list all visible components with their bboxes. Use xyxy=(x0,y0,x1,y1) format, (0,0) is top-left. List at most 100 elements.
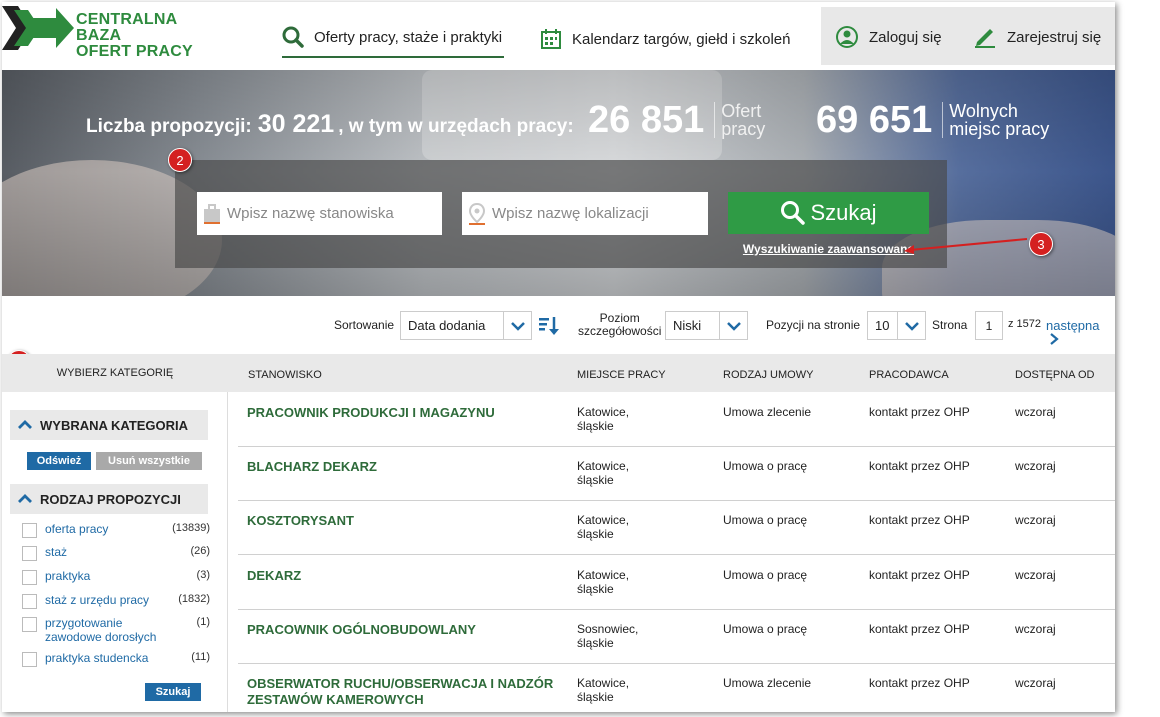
location-input[interactable]: Wpisz nazwę lokalizacji xyxy=(462,192,708,235)
sort-value: Data dodania xyxy=(408,318,486,333)
next-page-label: następna xyxy=(1046,318,1100,333)
proposals-stats: Liczba propozycji: 30 221 , w tym w urzę… xyxy=(86,110,574,139)
annotation-marker-2: 2 xyxy=(168,148,192,172)
logo-text: CENTRALNA BAZA OFERT PRACY xyxy=(76,12,222,60)
places-label-line-1: Wolnych xyxy=(949,101,1018,121)
per-page-label: Pozycji na stronie xyxy=(766,318,861,332)
detail-level-label: Poziom szczegółowości xyxy=(578,312,661,338)
sort-direction-icon[interactable] xyxy=(538,316,560,339)
offer-title-link[interactable]: KOSZTORYSANT xyxy=(247,513,557,529)
selected-category-title: WYBRANA KATEGORIA xyxy=(40,417,189,433)
column-header-employer[interactable]: PRACODAWCA xyxy=(869,369,949,381)
offer-place-city: Katowice, xyxy=(577,513,630,527)
filter-item-job-offer[interactable]: oferta pracy (13839) xyxy=(22,522,212,540)
site-logo[interactable]: CENTRALNA BAZA OFERT PRACY xyxy=(2,4,222,60)
next-page-link[interactable]: następna xyxy=(1046,318,1115,348)
checkbox[interactable] xyxy=(22,594,37,609)
column-header-position[interactable]: STANOWISKO xyxy=(248,369,322,381)
chevron-down-icon xyxy=(719,312,747,339)
detail-level-select[interactable]: Niski xyxy=(665,311,748,340)
logo-arrows-icon xyxy=(2,6,74,50)
offer-employer: kontakt przez OHP xyxy=(869,676,970,690)
offer-title-link[interactable]: DEKARZ xyxy=(247,568,557,584)
per-page-select[interactable]: 10 xyxy=(867,311,926,340)
table-row[interactable]: PRACOWNIK OGÓLNOBUDOWLANY Sosnowiec, śląs… xyxy=(238,610,1115,664)
page-number-input[interactable]: 1 xyxy=(975,311,1003,340)
job-title-input[interactable]: Wpisz nazwę stanowiska xyxy=(197,192,442,235)
nav-job-offers[interactable]: Oferty pracy, staże i praktyki xyxy=(282,20,504,58)
filter-label[interactable]: praktyka studencka xyxy=(45,651,185,665)
sort-select[interactable]: Data dodania xyxy=(400,311,532,340)
checkbox[interactable] xyxy=(22,523,37,538)
filter-label[interactable]: staż xyxy=(45,545,185,559)
filter-item-student-practice[interactable]: praktyka studencka (11) xyxy=(22,651,212,669)
offer-available: wczoraj xyxy=(1015,568,1056,582)
results-controls: Sortowanie Data dodania Poziom szczegóło… xyxy=(2,298,1115,348)
offer-title-link[interactable]: OBSERWATOR RUCHU/OBSERWACJA I NADZÓR ZES… xyxy=(247,676,557,708)
page-frame: CENTRALNA BAZA OFERT PRACY Oferty pracy,… xyxy=(2,2,1115,712)
register-label: Zarejestruj się xyxy=(1007,28,1102,46)
filter-item-office-internship[interactable]: staż z urzędu pracy (1832) xyxy=(22,593,212,611)
refresh-button[interactable]: Odśwież xyxy=(27,452,91,470)
offer-available: wczoraj xyxy=(1015,459,1056,473)
offer-contract: Umowa zlecenie xyxy=(723,405,812,419)
advanced-search-link[interactable]: Wyszukiwanie zaawansowane xyxy=(728,242,929,256)
column-header-available[interactable]: DOSTĘPNA OD xyxy=(1015,369,1094,381)
filter-count: (26) xyxy=(190,545,210,557)
checkbox[interactable] xyxy=(22,652,37,667)
annotation-arrow xyxy=(904,238,1028,254)
proposals-count: 30 221 xyxy=(257,110,335,138)
filter-label[interactable]: praktyka xyxy=(45,569,185,583)
site-header: CENTRALNA BAZA OFERT PRACY Oferty pracy,… xyxy=(2,2,1115,70)
location-placeholder: Wpisz nazwę lokalizacji xyxy=(492,205,649,222)
page-total: z 1572 xyxy=(1008,318,1042,330)
offer-place-city: Katowice, xyxy=(577,459,630,473)
filter-search-button[interactable]: Szukaj xyxy=(145,683,201,701)
filter-label[interactable]: oferta pracy xyxy=(45,522,185,536)
table-row[interactable]: DEKARZ Katowice, śląskie Umowa o pracę ko… xyxy=(238,556,1115,610)
user-icon xyxy=(836,26,858,48)
filter-item-internship[interactable]: staż (26) xyxy=(22,545,212,563)
offer-title-link[interactable]: PRACOWNIK OGÓLNOBUDOWLANY xyxy=(247,622,557,638)
offer-place: Katowice, śląskie xyxy=(577,405,697,433)
table-row[interactable]: BLACHARZ DEKARZ Katowice, śląskie Umowa o… xyxy=(238,447,1115,501)
checkbox[interactable] xyxy=(22,617,37,632)
filter-item-practice[interactable]: praktyka (3) xyxy=(22,569,212,587)
offer-employer: kontakt przez OHP xyxy=(869,513,970,527)
calendar-icon xyxy=(541,29,561,49)
job-title-placeholder: Wpisz nazwę stanowiska xyxy=(227,205,394,222)
offer-contract: Umowa zlecenie xyxy=(723,676,812,690)
choose-category-tab[interactable]: WYBIERZ KATEGORIĘ xyxy=(2,354,228,392)
login-link[interactable]: Zaloguj się xyxy=(835,25,942,49)
filter-label[interactable]: staż z urzędu pracy xyxy=(45,593,185,607)
column-header-place[interactable]: MIEJSCE PRACY xyxy=(577,369,666,381)
table-row[interactable]: OBSERWATOR RUCHU/OBSERWACJA I NADZÓR ZES… xyxy=(238,664,1115,712)
offer-place: Katowice, śląskie xyxy=(577,513,697,541)
chevron-up-icon xyxy=(18,420,32,429)
proposal-type-header[interactable]: RODZAJ PROPOZYCJI xyxy=(10,484,208,514)
filter-count: (13839) xyxy=(172,522,210,534)
search-button[interactable]: Szukaj xyxy=(728,192,929,234)
clear-all-button[interactable]: Usuń wszystkie xyxy=(96,452,202,470)
filter-item-adult-training[interactable]: przygotowanie zawodowe dorosłych (1) xyxy=(22,616,212,646)
nav-calendar-label: Kalendarz targów, giełd i szkoleń xyxy=(572,30,791,48)
offer-place-city: Katowice, xyxy=(577,405,630,419)
offer-place-region: śląskie xyxy=(577,473,614,487)
filter-label[interactable]: przygotowanie zawodowe dorosłych xyxy=(45,616,163,644)
register-link[interactable]: Zarejestruj się xyxy=(973,25,1101,49)
nav-calendar[interactable]: Kalendarz targów, giełd i szkoleń xyxy=(540,20,790,58)
places-count: 69 651 xyxy=(816,99,933,141)
table-row[interactable]: KOSZTORYSANT Katowice, śląskie Umowa o pr… xyxy=(238,501,1115,555)
offer-title-link[interactable]: BLACHARZ DEKARZ xyxy=(247,459,557,475)
offer-contract: Umowa o pracę xyxy=(723,513,808,527)
column-header-contract[interactable]: RODZAJ UMOWY xyxy=(723,369,813,381)
nav-job-offers-label: Oferty pracy, staże i praktyki xyxy=(314,28,503,46)
selected-category-header[interactable]: WYBRANA KATEGORIA xyxy=(10,410,208,440)
table-row[interactable]: PRACOWNIK PRODUKCJI I MAGAZYNU Katowice,… xyxy=(238,393,1115,447)
offer-title-link[interactable]: PRACOWNIK PRODUKCJI I MAGAZYNU xyxy=(247,405,557,421)
proposal-type-title: RODZAJ PROPOZYCJI xyxy=(40,491,181,507)
offer-contract: Umowa o pracę xyxy=(723,622,808,636)
checkbox[interactable] xyxy=(22,546,37,561)
checkbox[interactable] xyxy=(22,570,37,585)
pencil-icon xyxy=(975,29,995,48)
